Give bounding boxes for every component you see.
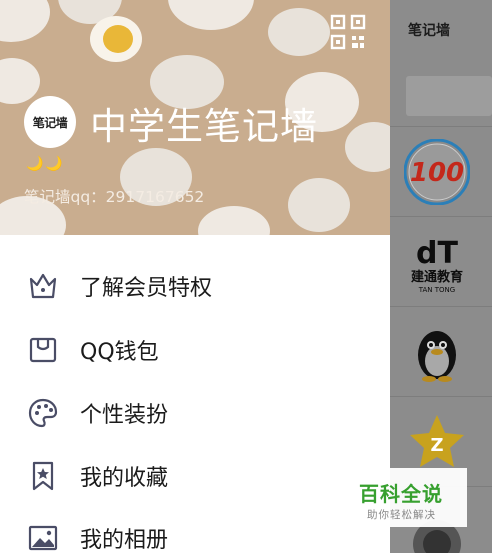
menu-item-photo-album[interactable]: 我的相册	[0, 507, 390, 553]
watermark-subtitle: 助你轻松解决	[367, 509, 436, 521]
menu-item-personalize[interactable]: 个性装扮	[0, 382, 390, 444]
svg-text:100: 100	[410, 158, 464, 188]
background-app-title: 笔记墙	[408, 23, 450, 39]
dt-education-app-icon: dT 建通教育 TAN TONG	[411, 236, 463, 294]
svg-text:建通教育: 建通教育	[411, 269, 463, 285]
menu-item-label: 个性装扮	[80, 403, 169, 428]
qr-code-icon[interactable]	[330, 14, 366, 50]
profile-banner[interactable]: 笔记墙 中学生笔记墙 🌙🌙 笔记墙qq：2917167652	[0, 0, 390, 235]
bookmark-star-icon	[32, 461, 54, 491]
menu-item-favorites[interactable]: 我的收藏	[0, 445, 390, 507]
menu-item-label: 我的收藏	[80, 466, 169, 491]
svg-text:TAN TONG: TAN TONG	[418, 286, 455, 294]
background-search-bar	[406, 76, 492, 116]
background-list-item: 100	[390, 126, 492, 216]
watermark-logo: 百科全说 助你轻松解决	[349, 468, 467, 527]
svg-text:dT: dT	[416, 236, 458, 271]
side-drawer: 笔记墙 中学生笔记墙 🌙🌙 笔记墙qq：2917167652 了解会员特权 QQ…	[0, 0, 390, 553]
menu-item-label: 我的相册	[80, 528, 169, 553]
background-list-item	[390, 306, 492, 396]
wallet-icon	[29, 337, 57, 363]
photo-album-icon	[28, 525, 58, 551]
background-list-item: dT 建通教育 TAN TONG	[390, 216, 492, 306]
status-emoji: 🌙🌙	[26, 156, 65, 172]
watermark-title: 百科全说	[359, 482, 443, 506]
profile-nickname[interactable]: 中学生笔记墙	[90, 96, 318, 150]
account-signature: 笔记墙qq：2917167652	[24, 188, 205, 206]
qzone-star-icon: Z	[410, 415, 464, 467]
menu-item-label: QQ钱包	[80, 340, 159, 365]
avatar[interactable]: 笔记墙	[24, 96, 76, 148]
menu-item-label: 了解会员特权	[80, 276, 213, 301]
menu-item-vip-privileges[interactable]: 了解会员特权	[0, 255, 390, 317]
palette-icon	[28, 398, 58, 428]
menu-item-qq-wallet[interactable]: QQ钱包	[0, 319, 390, 381]
penguin-app-icon	[418, 331, 456, 382]
svg-text:Z: Z	[430, 435, 443, 456]
crown-icon	[29, 273, 57, 299]
score-100-app-icon: 100	[404, 139, 470, 205]
